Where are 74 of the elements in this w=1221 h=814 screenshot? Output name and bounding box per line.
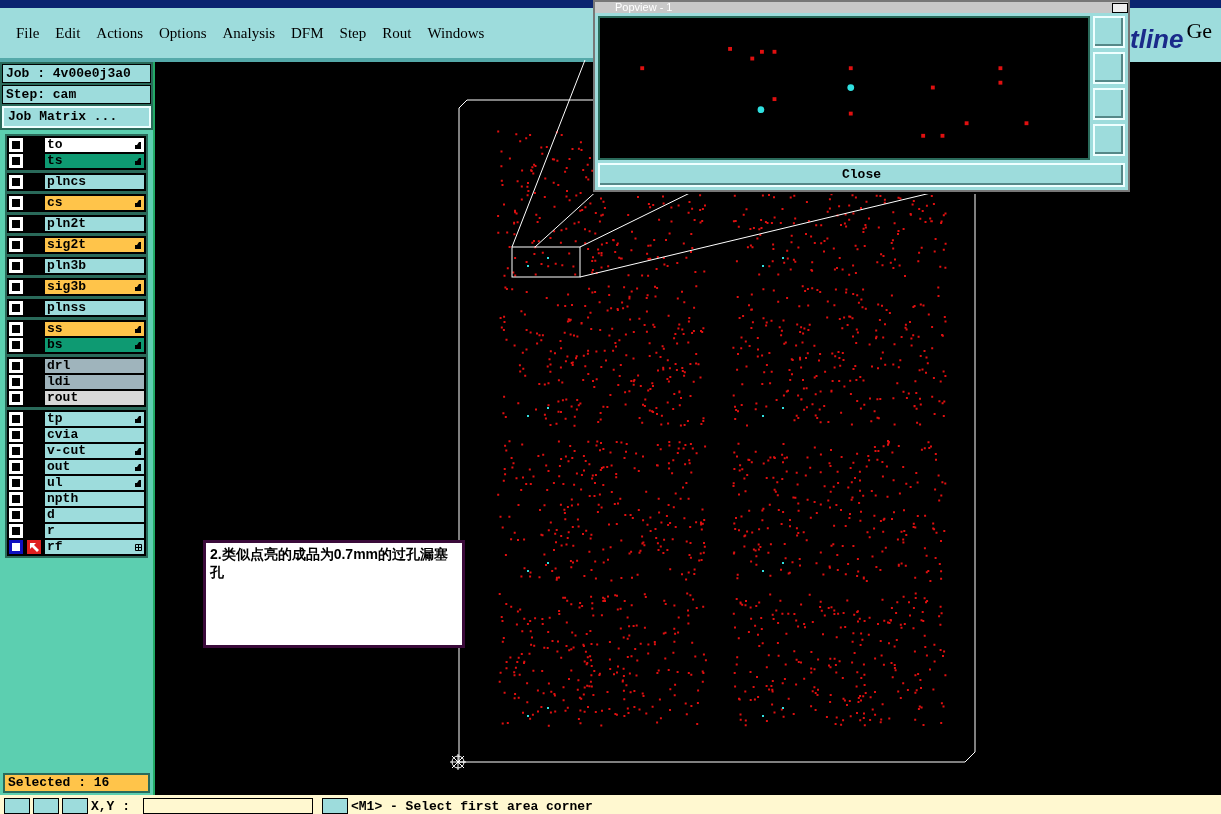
layer-name[interactable]: ts	[45, 154, 144, 168]
layer-label: plnss	[47, 301, 86, 315]
menu-item[interactable]: Options	[159, 21, 207, 45]
layer-checkbox[interactable]	[9, 540, 23, 554]
note-box: 2.类似点亮的成品为0.7mm的过孔漏塞孔	[203, 540, 465, 648]
layer-label: r	[47, 524, 55, 538]
grid-icon	[135, 543, 142, 551]
layer-label: ul	[47, 476, 63, 490]
layer-name[interactable]: ul	[45, 476, 144, 490]
layer-name[interactable]: cs	[45, 196, 144, 210]
layer-name[interactable]: d	[45, 508, 144, 522]
layer-name[interactable]: v-cut	[45, 444, 144, 458]
xy-label: X,Y :	[91, 800, 130, 814]
layer-label: npth	[47, 492, 79, 506]
layer-label: ldi	[47, 375, 71, 389]
job-matrix-button[interactable]: Job Matrix ...	[2, 106, 151, 128]
hand-icon	[134, 199, 142, 207]
layer-name[interactable]: rf	[45, 540, 144, 554]
menu-item[interactable]: File	[16, 21, 40, 45]
layer-name[interactable]: r	[45, 524, 144, 538]
layer-label: ts	[47, 154, 63, 168]
layer-label: plncs	[47, 175, 86, 189]
layer-label: sig2t	[47, 238, 86, 252]
layer-name[interactable]: plncs	[45, 175, 144, 189]
layer-label: cvia	[47, 428, 79, 442]
layer-label: d	[47, 508, 55, 522]
selected-count: Selected : 16	[3, 773, 150, 793]
layer-name[interactable]: sig3b	[45, 280, 144, 294]
hand-icon	[134, 283, 142, 291]
arrow-icon	[27, 540, 41, 554]
layer-label: cs	[47, 196, 63, 210]
layer-label: out	[47, 460, 71, 474]
status-message: <M1> - Select first area corner	[351, 800, 593, 814]
menu-item[interactable]: Rout	[382, 21, 412, 45]
layer-label: v-cut	[47, 444, 86, 458]
menu-item[interactable]: Actions	[96, 21, 143, 45]
layer-name[interactable]: pln3b	[45, 259, 144, 273]
layer-name[interactable]: bs	[45, 338, 144, 352]
hand-icon	[134, 415, 142, 423]
layer-label: ss	[47, 322, 63, 336]
layer-name[interactable]: ss	[45, 322, 144, 336]
layer-label: sig3b	[47, 280, 86, 294]
layer-name[interactable]: pln2t	[45, 217, 144, 231]
layer-name[interactable]: sig2t	[45, 238, 144, 252]
close-icon[interactable]	[1112, 3, 1128, 13]
layer-label: tp	[47, 412, 63, 426]
menu-item[interactable]: DFM	[291, 21, 324, 45]
layer-name[interactable]: npth	[45, 492, 144, 506]
layer-name[interactable]: out	[45, 460, 144, 474]
layer-name[interactable]: plnss	[45, 301, 144, 315]
layer-label: drl	[47, 359, 71, 373]
layer-label: bs	[47, 338, 63, 352]
job-label: Job : 4v00e0j3a0	[2, 64, 151, 83]
layer-name[interactable]: cvia	[45, 428, 144, 442]
layer-label: rout	[47, 391, 79, 405]
layer-label: to	[47, 138, 63, 152]
menu-item[interactable]: Analysis	[222, 21, 276, 45]
layer-name[interactable]: rout	[45, 391, 144, 405]
layer-name[interactable]: tp	[45, 412, 144, 426]
layer-label: pln3b	[47, 259, 86, 273]
layer-name[interactable]: to	[45, 138, 144, 152]
menu-item[interactable]: Step	[339, 21, 367, 45]
menu-item[interactable]: Windows	[427, 21, 485, 45]
hand-icon	[134, 241, 142, 249]
layer-label: rf	[47, 540, 63, 554]
close-button[interactable]: Close	[598, 163, 1125, 187]
logo-text: Ge	[1186, 17, 1213, 45]
layer-name[interactable]: ldi	[45, 375, 144, 389]
logo-text: tline	[1130, 23, 1184, 56]
step-label: Step: cam	[2, 85, 151, 104]
layer-label: pln2t	[47, 217, 86, 231]
menu-item[interactable]: Edit	[55, 21, 81, 45]
layer-name[interactable]: drl	[45, 359, 144, 373]
coordinate-field[interactable]	[143, 798, 313, 814]
